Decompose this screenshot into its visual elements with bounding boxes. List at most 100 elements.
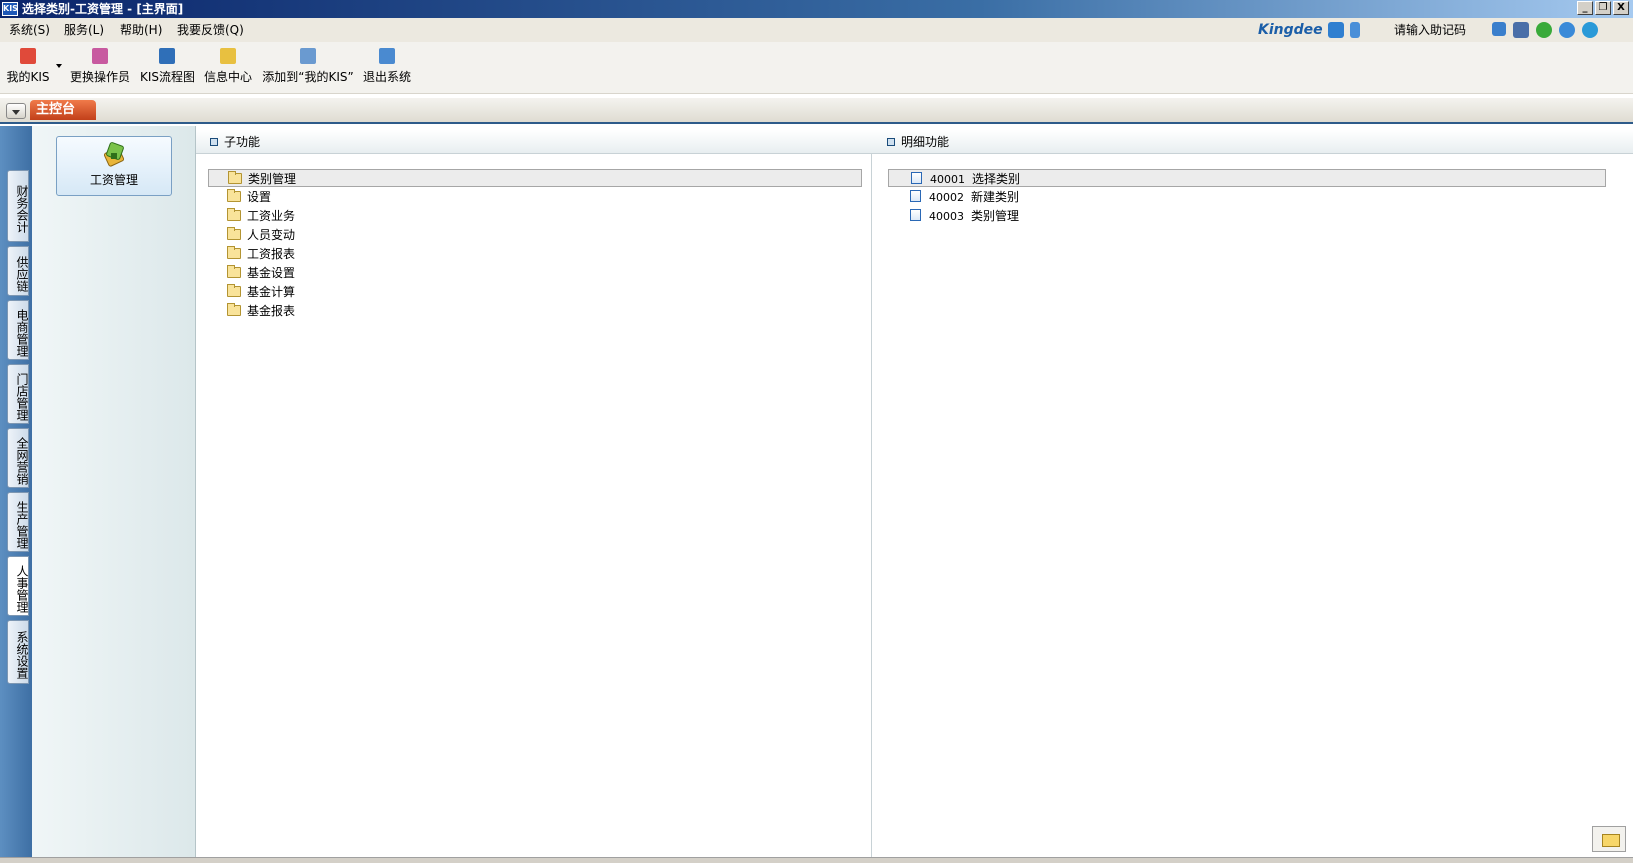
salary-module-label: 工资管理 (89, 173, 138, 187)
function-label: 类别管理 (971, 209, 1020, 223)
category-production[interactable]: 生产管理 (7, 492, 29, 552)
switch-operator-button[interactable]: 更换操作员 (68, 46, 132, 90)
category-system-settings[interactable]: 系统设置 (7, 620, 29, 684)
menu-service[interactable]: 服务(L) (64, 22, 104, 38)
folder-icon (227, 227, 241, 240)
detail-item-category-management[interactable]: 40003 类别管理 (910, 207, 1019, 225)
tab-menu-dropdown-icon[interactable] (6, 103, 26, 119)
status-bar (0, 857, 1633, 863)
salary-icon (103, 142, 125, 167)
function-label: 新建类别 (971, 190, 1020, 204)
detail-function-title: 明细功能 (901, 135, 950, 149)
message-icon (220, 48, 236, 64)
info-center-button[interactable]: 信息中心 (203, 46, 253, 90)
tree-item-staff-changes[interactable]: 人员变动 (227, 226, 295, 244)
tree-item-label: 基金设置 (247, 266, 296, 280)
app-icon: KIS (2, 2, 18, 16)
category-financial-accounting[interactable]: 财务会计 (7, 170, 29, 242)
folder-icon (227, 284, 241, 297)
green-chat-icon[interactable] (1536, 22, 1552, 38)
my-kis-button[interactable]: 我的KIS (6, 46, 50, 90)
tab-strip: 主控台 (0, 98, 1633, 124)
detail-function-panel: 40001 选择类别 40002 新建类别 40003 类别管理 (873, 154, 1633, 857)
document-icon (911, 172, 922, 184)
window-controls: _ ❐ X (1577, 1, 1629, 15)
tree-item-fund-calculation[interactable]: 基金计算 (227, 283, 295, 301)
kis-flowchart-button[interactable]: KIS流程图 (140, 46, 196, 90)
minimize-button[interactable]: _ (1577, 1, 1593, 15)
document-icon (910, 209, 921, 221)
folder-icon (227, 189, 241, 202)
helper-code-label: 请输入助记码 (1394, 23, 1467, 37)
detail-item-new-category[interactable]: 40002 新建类别 (910, 188, 1019, 206)
exit-system-button[interactable]: 退出系统 (362, 46, 412, 90)
support-icon[interactable] (1582, 22, 1598, 38)
star-icon (20, 48, 36, 64)
detail-function-header: 明细功能 (873, 130, 1633, 154)
tree-item-label: 人员变动 (247, 228, 296, 242)
category-ecommerce[interactable]: 电商管理 (7, 300, 29, 360)
menu-bar: 系统(S) 服务(L) 帮助(H) 我要反馈(Q) Kingdee 请输入助记码 (0, 18, 1633, 42)
mail-icon[interactable] (1592, 826, 1626, 852)
sub-function-panel: 类别管理 设置 工资业务 人员变动 工资报表 基金设置 基金计算 基金报表 (196, 154, 872, 857)
forum-icon[interactable] (1513, 22, 1529, 38)
folder-icon (227, 303, 241, 316)
sub-function-header: 子功能 (196, 130, 873, 154)
close-button[interactable]: X (1613, 1, 1629, 15)
info-center-label: 信息中心 (203, 70, 252, 84)
browser-icon[interactable] (1559, 22, 1575, 38)
tree-item-label: 工资业务 (247, 209, 296, 223)
folder-icon (227, 246, 241, 259)
add-to-my-kis-button[interactable]: 添加到“我的KIS” (262, 46, 354, 90)
tree-item-label: 设置 (247, 190, 272, 204)
document-icon (910, 190, 921, 202)
sub-function-title: 子功能 (224, 135, 261, 149)
window-title: 选择类别-工资管理 - [主界面] (22, 2, 184, 16)
switch-operator-label: 更换操作员 (69, 70, 130, 84)
tree-item-label: 基金报表 (247, 304, 296, 318)
tab-main-console[interactable]: 主控台 (30, 100, 96, 120)
exit-icon (379, 48, 395, 64)
phone-icon[interactable] (1350, 22, 1360, 38)
function-code: 40003 (929, 210, 964, 223)
folder-icon (227, 208, 241, 221)
category-online-marketing[interactable]: 全网营销 (7, 428, 29, 488)
function-code: 40002 (929, 191, 964, 204)
tree-item-fund-reports[interactable]: 基金报表 (227, 302, 295, 320)
add-favorite-icon (300, 48, 316, 64)
tree-item-salary-business[interactable]: 工资业务 (227, 207, 295, 225)
category-strip: 财务会计 供应链 电商管理 门店管理 全网营销 生产管理 人事管理 系统设置 (0, 126, 32, 857)
section-marker-icon (887, 138, 895, 146)
function-label: 选择类别 (972, 172, 1021, 186)
tree-item-fund-settings[interactable]: 基金设置 (227, 264, 295, 282)
category-supply-chain[interactable]: 供应链 (7, 246, 29, 296)
flowchart-icon (159, 48, 175, 64)
tree-item-category-management[interactable]: 类别管理 (208, 169, 862, 187)
chat-icon[interactable] (1328, 22, 1344, 38)
menu-help[interactable]: 帮助(H) (120, 22, 162, 38)
my-kis-dropdown-icon[interactable] (56, 64, 62, 68)
my-kis-label: 我的KIS (6, 70, 50, 84)
function-code: 40001 (930, 173, 965, 186)
title-bar: KIS 选择类别-工资管理 - [主界面] _ ❐ X (0, 0, 1633, 18)
tree-item-salary-reports[interactable]: 工资报表 (227, 245, 295, 263)
restore-button[interactable]: ❐ (1595, 1, 1611, 15)
tree-item-label: 工资报表 (247, 247, 296, 261)
detail-item-select-category[interactable]: 40001 选择类别 (888, 169, 1606, 187)
tree-item-settings[interactable]: 设置 (227, 188, 271, 206)
kingdee-logo: Kingdee (1258, 22, 1323, 38)
toolbar: 我的KIS 更换操作员 KIS流程图 信息中心 添加到“我的KIS” 退出系统 (0, 42, 1633, 94)
category-hr[interactable]: 人事管理 (7, 556, 29, 616)
exit-system-label: 退出系统 (362, 70, 411, 84)
section-marker-icon (210, 138, 218, 146)
menu-feedback[interactable]: 我要反馈(Q) (177, 22, 244, 38)
folder-icon (227, 265, 241, 278)
add-to-my-kis-label: 添加到“我的KIS” (262, 70, 354, 84)
menu-system[interactable]: 系统(S) (9, 22, 50, 38)
go-arrow-icon[interactable] (1492, 22, 1506, 36)
users-icon (92, 48, 108, 64)
module-panel: 工资管理 (32, 126, 196, 857)
category-store-management[interactable]: 门店管理 (7, 364, 29, 424)
salary-module-button[interactable]: 工资管理 (56, 136, 172, 196)
kis-flowchart-label: KIS流程图 (140, 70, 196, 84)
